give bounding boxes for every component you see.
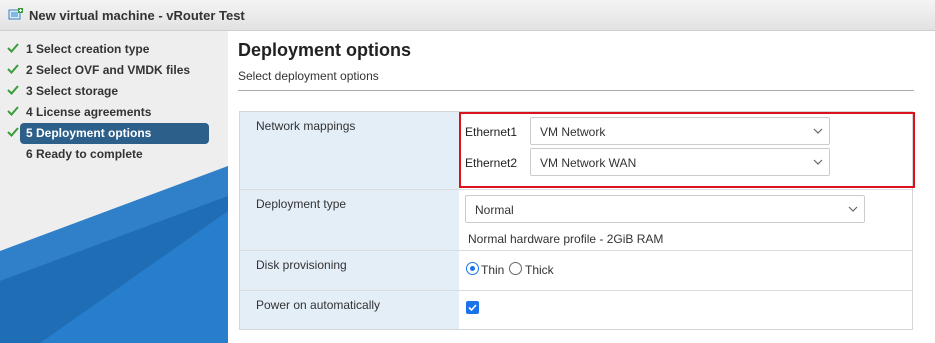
checkmark-icon xyxy=(7,127,19,137)
thin-label[interactable]: Thin xyxy=(481,263,504,277)
options-table: Network mappings Ethernet1 VM Network Et… xyxy=(239,111,915,330)
thick-label[interactable]: Thick xyxy=(525,263,554,277)
step-label: 3 Select storage xyxy=(26,84,119,98)
row-power-on: Power on automatically xyxy=(240,290,912,329)
step-label: 4 License agreements xyxy=(26,105,152,119)
step-label: 5 Deployment options xyxy=(20,123,209,144)
checkmark-icon xyxy=(7,85,19,95)
network-mappings-value: Ethernet1 VM Network Ethernet2 VM Networ… xyxy=(459,112,915,189)
checkmark-icon xyxy=(7,106,19,116)
step-select-storage[interactable]: 3 Select storage xyxy=(0,81,228,102)
row-disk-provisioning: Disk provisioning Thin Thick xyxy=(240,250,912,290)
step-select-ovf-vmdk[interactable]: 2 Select OVF and VMDK files xyxy=(0,60,228,81)
disk-provisioning-label: Disk provisioning xyxy=(256,258,347,272)
disk-provisioning-value: Thin Thick xyxy=(459,251,912,290)
power-on-label: Power on automatically xyxy=(256,298,381,312)
row-label: Deployment type xyxy=(240,190,459,250)
network-mappings-label: Network mappings xyxy=(256,119,356,133)
page-title: Deployment options xyxy=(238,40,412,60)
deployment-type-label: Deployment type xyxy=(256,197,347,211)
thick-radio[interactable] xyxy=(509,262,522,275)
row-label: Network mappings xyxy=(240,112,459,189)
deployment-type-value: Normal Normal hardware profile - 2GiB RA… xyxy=(459,190,912,250)
deployment-type-selected: Normal xyxy=(475,203,514,217)
step-label: 2 Select OVF and VMDK files xyxy=(26,63,191,77)
power-on-value xyxy=(459,291,912,329)
divider xyxy=(238,90,914,91)
chevron-down-icon xyxy=(848,206,858,212)
deployment-type-description: Normal hardware profile - 2GiB RAM xyxy=(468,232,664,246)
step-license-agreements[interactable]: 4 License agreements xyxy=(0,102,228,123)
page-subtitle: Select deployment options xyxy=(238,69,379,83)
deployment-type-select[interactable]: Normal xyxy=(465,195,865,223)
wizard-sidebar: 1 Select creation type 2 Select OVF and … xyxy=(0,31,228,343)
main-panel: Deployment options Select deployment opt… xyxy=(238,31,928,330)
step-label: 1 Select creation type xyxy=(26,42,150,56)
window-titlebar: New virtual machine - vRouter Test xyxy=(0,0,935,31)
step-ready-to-complete[interactable]: 6 Ready to complete xyxy=(0,144,228,165)
row-label: Power on automatically xyxy=(240,291,459,329)
row-deployment-type: Deployment type Normal Normal hardware p… xyxy=(240,189,912,250)
checkmark-icon xyxy=(7,43,19,53)
row-label: Disk provisioning xyxy=(240,251,459,290)
window-title: New virtual machine - vRouter Test xyxy=(29,7,245,23)
checkmark-icon xyxy=(7,64,19,74)
step-select-creation-type[interactable]: 1 Select creation type xyxy=(0,39,228,60)
power-on-checkbox[interactable] xyxy=(466,301,479,314)
network-mappings-highlight xyxy=(459,112,915,188)
thin-radio[interactable] xyxy=(466,262,479,275)
checkmark-icon xyxy=(468,304,477,312)
step-label: 6 Ready to complete xyxy=(26,147,143,161)
vm-add-icon xyxy=(8,8,23,20)
row-network-mappings: Network mappings Ethernet1 VM Network Et… xyxy=(240,112,915,189)
step-deployment-options[interactable]: 5 Deployment options xyxy=(0,123,228,144)
wizard-steps: 1 Select creation type 2 Select OVF and … xyxy=(0,39,228,165)
